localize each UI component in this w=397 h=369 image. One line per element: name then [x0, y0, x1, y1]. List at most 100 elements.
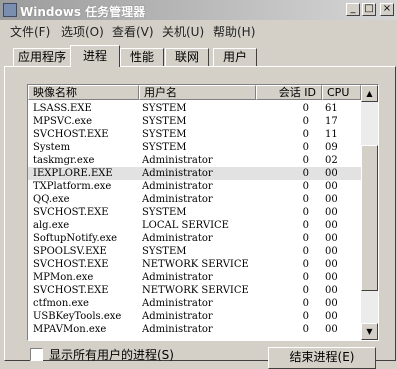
- process-session-id: 0: [302, 259, 309, 270]
- process-session-id: 0: [302, 116, 309, 127]
- column-cpu[interactable]: CPU: [322, 85, 361, 100]
- process-session-id: 0: [302, 155, 309, 166]
- process-list-header: 映像名称 用户名 会话 ID CPU: [28, 85, 361, 100]
- process-session-id: 0: [302, 181, 309, 192]
- process-cpu: 00: [325, 285, 338, 296]
- process-row[interactable]: MPMon.exe Administrator 0 00: [28, 271, 361, 284]
- process-session-id: 0: [302, 285, 309, 296]
- scroll-down-icon[interactable]: ▼: [361, 323, 378, 340]
- menu-view[interactable]: 查看(V): [112, 23, 154, 40]
- process-name: SPOOLSV.EXE: [33, 246, 107, 257]
- process-user: SYSTEM: [142, 246, 187, 257]
- menu-bar: 文件(F) 选项(O) 查看(V) 关机(U) 帮助(H): [0, 20, 397, 39]
- process-cpu: 11: [325, 129, 338, 140]
- tab-strip: 应用程序 进程 性能 联网 用户: [0, 45, 397, 67]
- show-all-users-label: 显示所有用户的进程(S): [49, 348, 174, 362]
- process-row[interactable]: SVCHOST.EXE NETWORK SERVICE 0 00: [28, 284, 361, 297]
- process-row[interactable]: ctfmon.exe Administrator 0 00: [28, 297, 361, 310]
- process-user: Administrator: [142, 168, 213, 179]
- menu-shutdown[interactable]: 关机(U): [162, 23, 204, 40]
- menu-options[interactable]: 选项(O): [61, 23, 104, 40]
- process-row[interactable]: SoftupNotify.exe Administrator 0 00: [28, 232, 361, 245]
- process-cpu: 00: [325, 311, 338, 322]
- menu-help[interactable]: 帮助(H): [213, 23, 255, 40]
- tab-processes[interactable]: 进程: [70, 45, 120, 67]
- process-user: Administrator: [142, 233, 213, 244]
- column-user-name[interactable]: 用户名: [139, 85, 256, 100]
- process-session-id: 0: [302, 324, 309, 335]
- process-session-id: 0: [302, 220, 309, 231]
- process-row[interactable]: System SYSTEM 0 09: [28, 141, 361, 154]
- close-button[interactable]: ×: [380, 3, 394, 16]
- title-bar: Windows 任务管理器 _ □ ×: [0, 0, 397, 20]
- process-user: SYSTEM: [142, 103, 187, 114]
- process-row[interactable]: MPAVMon.exe Administrator 0 00: [28, 323, 361, 336]
- bottom-bar: 显示所有用户的进程(S) 结束进程(E): [0, 343, 397, 369]
- process-name: LSASS.EXE: [33, 103, 92, 114]
- process-user: Administrator: [142, 298, 213, 309]
- minimize-button[interactable]: _: [346, 3, 360, 16]
- process-row[interactable]: LSASS.EXE SYSTEM 0 61: [28, 102, 361, 115]
- tab-applications[interactable]: 应用程序: [13, 48, 71, 66]
- process-session-id: 0: [302, 272, 309, 283]
- process-name: SVCHOST.EXE: [33, 207, 109, 218]
- window-title: Windows 任务管理器: [20, 5, 146, 19]
- process-name: TXPlatform.exe: [33, 181, 112, 192]
- vertical-scrollbar[interactable]: ▲ ▼: [361, 85, 378, 340]
- column-image-name[interactable]: 映像名称: [28, 85, 139, 100]
- process-session-id: 0: [302, 246, 309, 257]
- process-session-id: 0: [302, 142, 309, 153]
- tab-users[interactable]: 用户: [213, 48, 257, 66]
- end-process-button[interactable]: 结束进程(E): [268, 347, 376, 369]
- process-list[interactable]: 映像名称 用户名 会话 ID CPU LSASS.EXE SYSTEM 0 61 MPS…: [27, 84, 379, 341]
- maximize-button[interactable]: □: [362, 3, 376, 16]
- process-row[interactable]: SPOOLSV.EXE SYSTEM 0 00: [28, 245, 361, 258]
- column-session-id[interactable]: 会话 ID: [256, 85, 322, 100]
- process-row[interactable]: USBKeyTools.exe Administrator 0 00: [28, 310, 361, 323]
- process-name: MPAVMon.exe: [33, 324, 107, 335]
- process-user: SYSTEM: [142, 116, 187, 127]
- show-all-users-checkbox[interactable]: [30, 348, 43, 361]
- process-user: NETWORK SERVICE: [142, 285, 249, 296]
- process-name: System: [33, 142, 71, 153]
- scroll-thumb[interactable]: [361, 145, 378, 291]
- process-row[interactable]: TXPlatform.exe Administrator 0 00: [28, 180, 361, 193]
- process-session-id: 0: [302, 103, 309, 114]
- process-user: Administrator: [142, 181, 213, 192]
- process-user: SYSTEM: [142, 142, 187, 153]
- process-row[interactable]: MPSVC.exe SYSTEM 0 17: [28, 115, 361, 128]
- process-row[interactable]: SVCHOST.EXE NETWORK SERVICE 0 00: [28, 258, 361, 271]
- process-row[interactable]: SVCHOST.EXE SYSTEM 0 11: [28, 128, 361, 141]
- process-cpu: 00: [325, 168, 338, 179]
- process-user: Administrator: [142, 194, 213, 205]
- process-cpu: 00: [325, 207, 338, 218]
- process-row[interactable]: SVCHOST.EXE SYSTEM 0 00: [28, 206, 361, 219]
- process-session-id: 0: [302, 129, 309, 140]
- process-cpu: 17: [325, 116, 338, 127]
- tab-performance[interactable]: 性能: [120, 48, 164, 66]
- menu-file[interactable]: 文件(F): [10, 23, 50, 40]
- process-name: QQ.exe: [33, 194, 70, 205]
- process-cpu: 61: [325, 103, 338, 114]
- process-name: alg.exe: [33, 220, 70, 231]
- process-name: IEXPLORE.EXE: [33, 168, 113, 179]
- process-cpu: 00: [325, 298, 338, 309]
- scroll-up-icon[interactable]: ▲: [361, 85, 378, 102]
- tab-networking[interactable]: 联网: [165, 48, 209, 66]
- task-manager-icon: [3, 3, 17, 17]
- process-cpu: 02: [325, 155, 338, 166]
- process-user: SYSTEM: [142, 207, 187, 218]
- process-row[interactable]: taskmgr.exe Administrator 0 02: [28, 154, 361, 167]
- process-name: SVCHOST.EXE: [33, 259, 109, 270]
- process-row[interactable]: QQ.exe Administrator 0 00: [28, 193, 361, 206]
- process-row[interactable]: IEXPLORE.EXE Administrator 0 00: [28, 167, 361, 180]
- process-name: SVCHOST.EXE: [33, 129, 109, 140]
- process-session-id: 0: [302, 194, 309, 205]
- process-session-id: 0: [302, 168, 309, 179]
- process-name: SoftupNotify.exe: [33, 233, 118, 244]
- process-user: Administrator: [142, 155, 213, 166]
- process-row[interactable]: alg.exe LOCAL SERVICE 0 00: [28, 219, 361, 232]
- process-name: SVCHOST.EXE: [33, 285, 109, 296]
- process-cpu: 00: [325, 194, 338, 205]
- process-user: NETWORK SERVICE: [142, 259, 249, 270]
